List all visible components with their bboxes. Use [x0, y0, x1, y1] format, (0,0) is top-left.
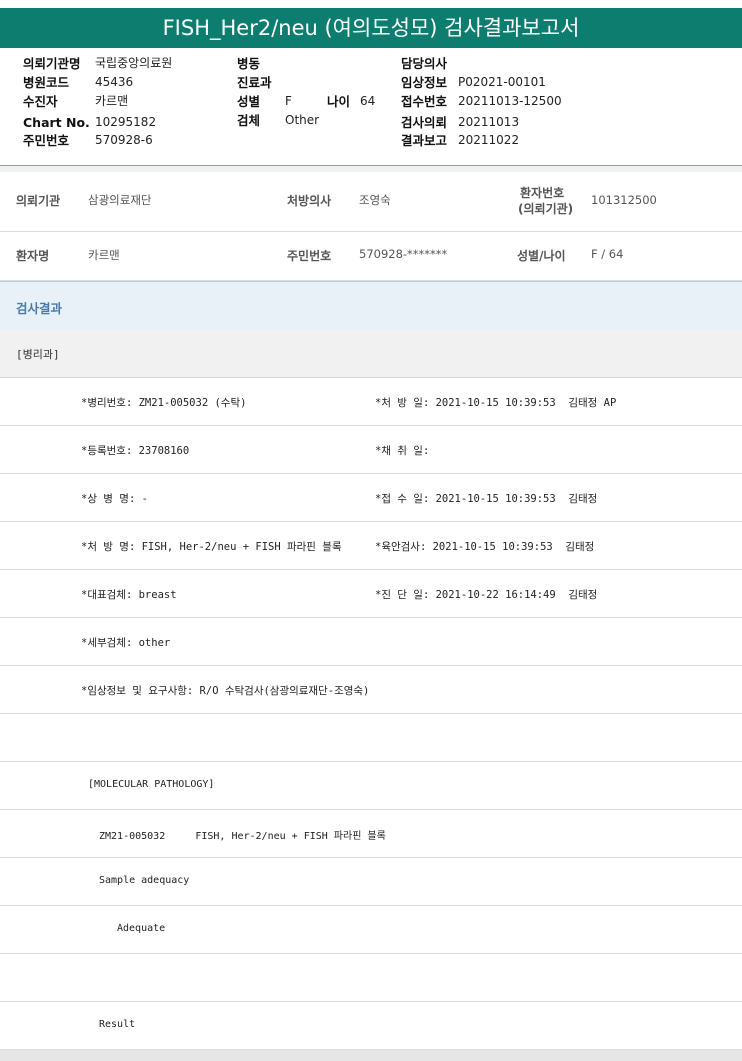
molecular-pathology-title: [MOLECULAR PATHOLOGY] [88, 779, 215, 790]
result-line: *병리번호: ZM21-005032 (수탁) *처 방 일: 2021-10-… [0, 378, 742, 426]
report-title: FISH_Her2/neu (여의도성모) 검사결과보고서 [0, 8, 742, 48]
report-header: 의뢰기관명 국립중앙의료원 병원코드 45436 수진자 카르맨 Chart N… [0, 50, 742, 166]
result-line-right: *접 수 일: 2021-10-15 10:39:53 김태정 [375, 493, 598, 505]
results-section-title: 검사결과 [16, 301, 63, 316]
result-line: *세부검체: other [0, 618, 742, 666]
info-label-patient-no: 환자번호 [520, 186, 565, 200]
result-line-right: *육안검사: 2021-10-15 10:39:53 김태정 [375, 541, 595, 553]
header-label-age: 나이 [327, 94, 351, 109]
result-line: *등록번호: 23708160 *채 취 일: [0, 426, 742, 474]
header-label-institution: 의뢰기관명 [23, 56, 81, 71]
blank-line [0, 714, 742, 762]
header-label-rrn: 주민번호 [23, 133, 70, 148]
result-line-left: *상 병 명: - [81, 493, 148, 505]
info-value-sex-age: F / 64 [591, 247, 624, 261]
adequate-row: Adequate [0, 906, 742, 954]
info-value-patient-no: 101312500 [591, 193, 657, 207]
sample-adequacy-label: Sample adequacy [99, 875, 190, 886]
info-value-doctor: 조영숙 [359, 193, 391, 207]
result-line-left: *병리번호: ZM21-005032 (수탁) [81, 397, 247, 409]
header-label-department: 진료과 [237, 75, 272, 90]
result-line-right: *처 방 일: 2021-10-15 10:39:53 김태정 AP [375, 397, 617, 409]
header-value-report-date: 20211022 [458, 133, 520, 147]
result-line: *상 병 명: - *접 수 일: 2021-10-15 10:39:53 김태… [0, 474, 742, 522]
header-value-clinical-info: P02021-00101 [458, 75, 546, 89]
molecular-pathology-title-row: [MOLECULAR PATHOLOGY] [0, 762, 742, 810]
info-label-patient-name: 환자명 [16, 249, 50, 263]
info-value-rrn: 570928-******* [359, 247, 448, 261]
info-label-doctor: 처방의사 [287, 194, 332, 208]
header-label-doctor: 담당의사 [401, 56, 448, 71]
header-label-clinical-info: 임상정보 [401, 75, 448, 90]
info-row-patient: 환자명 카르맨 주민번호 570928-******* 성별/나이 F / 64 [0, 232, 742, 281]
header-value-specimen: Other [285, 113, 320, 127]
blank-line [0, 954, 742, 1002]
header-label-chart-no: Chart No. [23, 115, 90, 130]
info-value-institution: 삼광의료재단 [88, 193, 152, 207]
info-value-patient-name: 카르맨 [88, 248, 120, 262]
department-header: [병리과] [0, 330, 742, 378]
molecular-pathology-line: ZM21-005032 FISH, Her-2/neu + FISH 파라핀 블… [99, 831, 386, 842]
result-line-left: *세부검체: other [81, 637, 171, 649]
info-label-sex-age: 성별/나이 [517, 249, 566, 263]
result-line-right: *진 단 일: 2021-10-22 16:14:49 김태정 [375, 589, 598, 601]
result-line-left: *대표검체: breast [81, 589, 177, 601]
header-label-report-date: 결과보고 [401, 133, 448, 148]
result-line-left: *등록번호: 23708160 [81, 445, 190, 457]
header-label-receipt-no: 접수번호 [401, 94, 448, 109]
info-label-institution: 의뢰기관 [16, 194, 61, 208]
result-label-row: Result [0, 1002, 742, 1050]
info-row-institution: 의뢰기관 삼광의료재단 처방의사 조영숙 환자번호 (의뢰기관) 1013125… [0, 172, 742, 232]
department-label: [병리과] [16, 348, 60, 361]
molecular-pathology-line-row: ZM21-005032 FISH, Her-2/neu + FISH 파라핀 블… [0, 810, 742, 858]
header-value-sex: F [285, 94, 292, 108]
sample-adequacy-row: Sample adequacy [0, 858, 742, 906]
header-value-chart-no: 10295182 [95, 115, 157, 129]
header-value-age: 64 [360, 94, 376, 108]
info-label-patient-no-sub: (의뢰기관) [518, 202, 574, 216]
header-value-request-date: 20211013 [458, 115, 520, 129]
result-line: *임상정보 및 요구사항: R/O 수탁검사(삼광의료재단-조영숙) [0, 666, 742, 714]
result-line: *처 방 명: FISH, Her-2/neu + FISH 파라핀 블록 *육… [0, 522, 742, 570]
bottom-strip [0, 1050, 742, 1061]
header-label-ward: 병동 [237, 56, 261, 71]
header-value-hospital-code: 45436 [95, 75, 134, 89]
results-section-header: 검사결과 [0, 281, 742, 331]
header-label-specimen: 검체 [237, 113, 261, 128]
adequate-value: Adequate [117, 923, 166, 934]
header-label-hospital-code: 병원코드 [23, 75, 70, 90]
result-line-right: *채 취 일: [375, 445, 430, 457]
header-label-request-date: 검사의뢰 [401, 115, 448, 130]
result-line-left: *처 방 명: FISH, Her-2/neu + FISH 파라핀 블록 [81, 541, 342, 553]
result-line-left: *임상정보 및 요구사항: R/O 수탁검사(삼광의료재단-조영숙) [81, 685, 370, 697]
header-label-patient: 수진자 [23, 94, 58, 109]
header-label-sex: 성별 [237, 94, 261, 109]
result-line: *대표검체: breast *진 단 일: 2021-10-22 16:14:4… [0, 570, 742, 618]
top-strip [0, 0, 742, 8]
info-label-rrn: 주민번호 [287, 249, 332, 263]
result-label: Result [99, 1019, 136, 1030]
header-value-institution: 국립중앙의료원 [95, 56, 173, 70]
header-value-patient: 카르맨 [95, 94, 129, 108]
header-value-rrn: 570928-6 [95, 133, 153, 147]
header-value-receipt-no: 20211013-12500 [458, 94, 562, 108]
